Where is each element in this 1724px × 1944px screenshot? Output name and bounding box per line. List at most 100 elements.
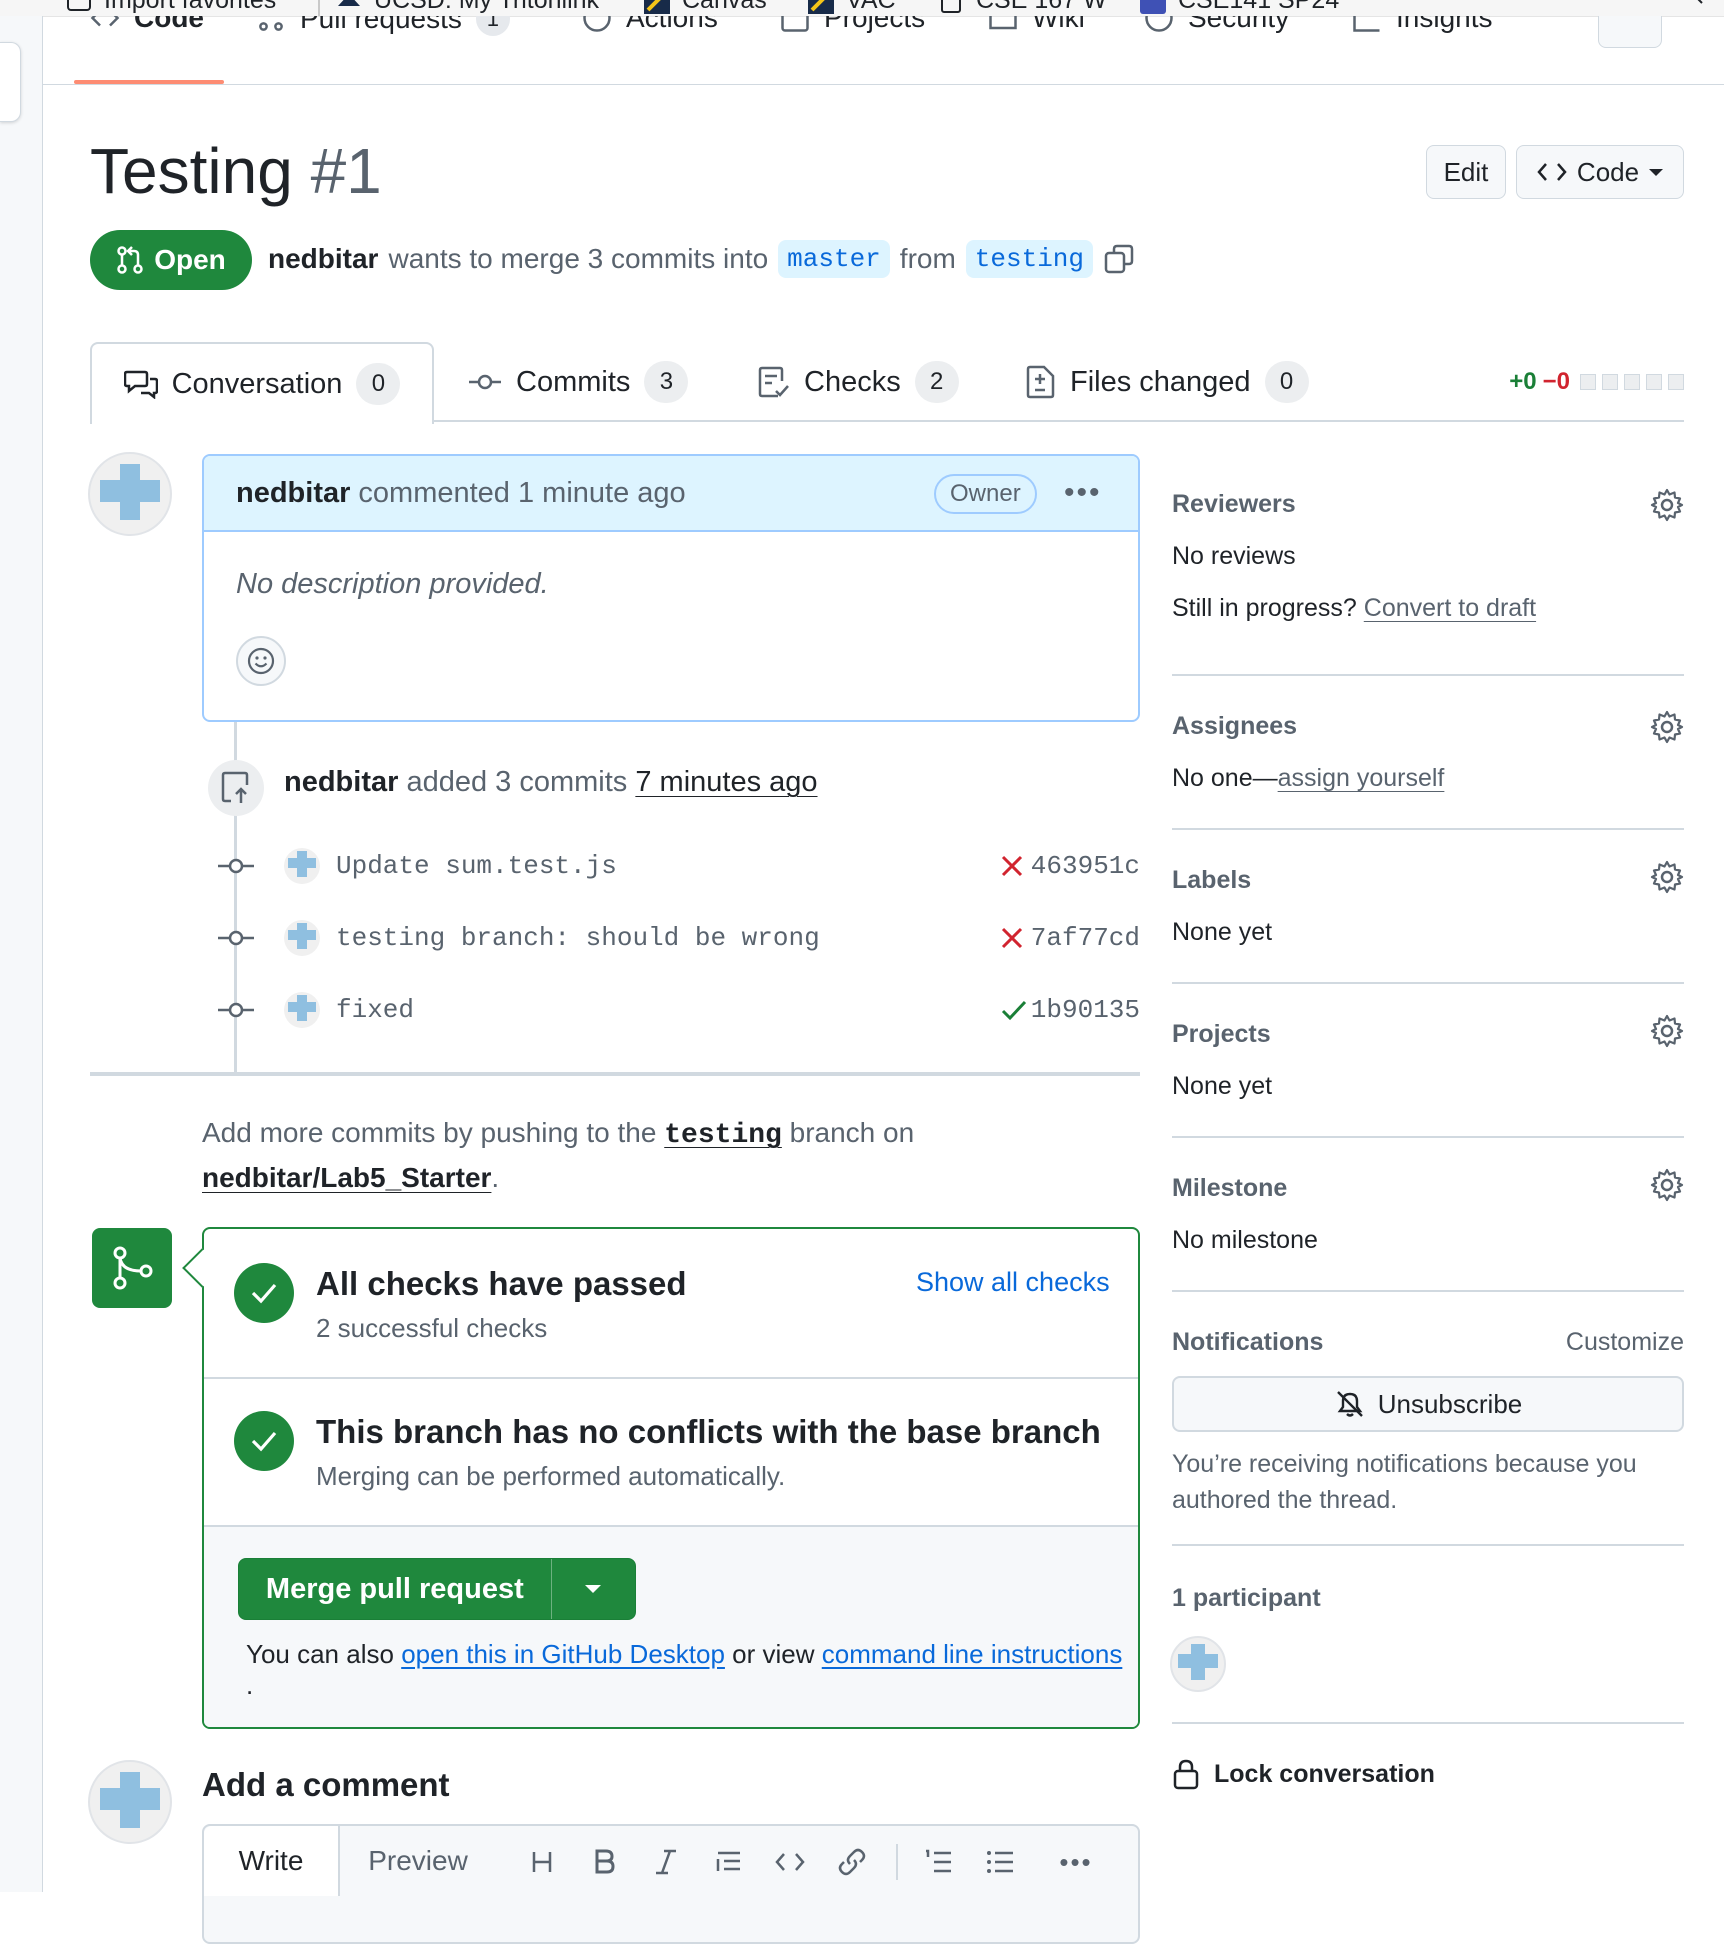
heading-icon[interactable] [522, 1842, 562, 1882]
tab-commits[interactable]: Commits 3 [468, 342, 689, 422]
merge-box-footer: Merge pull request You can also open thi… [204, 1527, 1138, 1727]
bold-icon[interactable] [584, 1842, 624, 1882]
quote-icon[interactable] [708, 1842, 748, 1882]
repo-nav-actions[interactable]: Actions [582, 16, 718, 34]
git-commit-icon [216, 990, 256, 1030]
kebab-horizontal-icon[interactable]: ••• [1064, 476, 1102, 510]
command-line-instructions-link[interactable]: command line instructions [822, 1639, 1123, 1669]
gear-icon[interactable] [1650, 1014, 1684, 1048]
avatar[interactable] [284, 848, 320, 884]
projects-heading[interactable]: Projects [1172, 1020, 1271, 1049]
copy-icon[interactable] [1103, 243, 1135, 275]
x-icon[interactable] [1000, 926, 1024, 950]
kebab-horizontal-icon[interactable]: ••• [1056, 1842, 1096, 1882]
gear-icon[interactable] [1650, 488, 1684, 522]
author-link[interactable]: nedbitar [268, 243, 378, 275]
graph-icon [1352, 16, 1382, 33]
comment-author-link[interactable]: nedbitar [236, 477, 350, 510]
commit-message-link[interactable]: testing branch: should be wrong [336, 923, 820, 953]
bookmark-cse167[interactable]: CSE 167 W [938, 0, 1107, 15]
merge-pull-request-button: Merge pull request [238, 1558, 636, 1620]
repo-nav-insights[interactable]: Insights [1352, 16, 1493, 34]
edit-button[interactable]: Edit [1426, 145, 1506, 199]
reviewers-heading[interactable]: Reviewers [1172, 490, 1296, 519]
base-branch-label[interactable]: master [778, 240, 890, 278]
x-icon[interactable] [1000, 854, 1024, 878]
merge-button-main[interactable]: Merge pull request [239, 1559, 551, 1619]
repo-nav-security[interactable]: Security [1144, 16, 1289, 34]
check-icon[interactable] [1000, 998, 1028, 1022]
assign-yourself-link[interactable]: assign yourself [1278, 764, 1445, 792]
avatar[interactable] [284, 920, 320, 956]
git-commit-icon [216, 846, 256, 886]
italic-icon[interactable] [646, 1842, 686, 1882]
merge-box-divider [204, 1377, 1138, 1379]
bookmark-vac[interactable]: VAC [808, 0, 896, 15]
tab-write[interactable]: Write [204, 1826, 340, 1896]
table-icon [780, 16, 810, 33]
show-all-checks-link[interactable]: Show all checks [916, 1267, 1110, 1298]
status-badge: Open [90, 230, 252, 290]
lock-conversation-button[interactable]: Lock conversation [1172, 1758, 1435, 1790]
comment-timestamp[interactable]: commented 1 minute ago [358, 477, 685, 510]
code-dropdown-button[interactable]: Code [1516, 145, 1684, 199]
commit-message-link[interactable]: fixed [336, 995, 414, 1025]
assignees-heading[interactable]: Assignees [1172, 712, 1297, 741]
merge-options-dropdown[interactable] [550, 1559, 635, 1619]
push-hint: Add more commits by pushing to the testi… [202, 1117, 915, 1193]
head-branch-label[interactable]: testing [965, 240, 1094, 278]
link-icon[interactable] [832, 1842, 872, 1882]
assignees-row: No one—assign yourself [1172, 764, 1445, 792]
avatar[interactable] [88, 1760, 172, 1844]
push-timestamp-link[interactable]: 7 minutes ago [635, 766, 817, 798]
gear-icon[interactable] [1650, 860, 1684, 894]
unsubscribe-button[interactable]: Unsubscribe [1172, 1376, 1684, 1432]
tab-files-changed[interactable]: Files changed 0 [1026, 342, 1309, 422]
tab-preview[interactable]: Preview [338, 1826, 498, 1896]
git-pull-request-icon [116, 245, 144, 275]
chevron-right-icon[interactable] [1690, 0, 1706, 14]
commit-sha-link[interactable]: 7af77cd [1031, 923, 1140, 953]
book-icon [988, 16, 1018, 33]
hint-repo-link[interactable]: nedbitar/Lab5_Starter [202, 1162, 491, 1193]
side-panel-tab[interactable] [0, 42, 21, 122]
repo-nav-projects[interactable]: Projects [780, 16, 925, 34]
repo-nav-pull-requests[interactable]: Pull requests 1 [256, 16, 510, 36]
labels-value: None yet [1172, 918, 1273, 946]
code-icon[interactable] [770, 1842, 810, 1882]
bookmark-tritonlink[interactable]: UCSD: My Tritonlink [336, 0, 599, 15]
gear-icon[interactable] [1650, 710, 1684, 744]
unordered-list-icon[interactable] [980, 1842, 1020, 1882]
convert-to-draft-link[interactable]: Convert to draft [1364, 594, 1536, 622]
repo-nav-code[interactable]: Code [90, 16, 204, 34]
bookmark-canvas[interactable]: Canvas [644, 0, 767, 15]
open-github-desktop-link[interactable]: open this in GitHub Desktop [401, 1639, 725, 1669]
bookmark-cse141[interactable]: CSE141 SP24 [1140, 0, 1339, 15]
gear-icon[interactable] [1650, 1168, 1684, 1202]
avatar[interactable] [1170, 1636, 1226, 1692]
check-circle-icon [234, 1263, 294, 1323]
labels-heading[interactable]: Labels [1172, 866, 1251, 895]
push-author-link[interactable]: nedbitar [284, 766, 398, 798]
diffstat: +0 −0 [1509, 368, 1684, 396]
grid-icon [1140, 0, 1166, 14]
bookmark-import-favorites[interactable]: Import favorites [66, 0, 276, 15]
hint-branch-link[interactable]: testing [664, 1120, 782, 1151]
commit-sha-link[interactable]: 463951c [1031, 851, 1140, 881]
tab-checks[interactable]: Checks 2 [758, 342, 959, 422]
commit-message-link[interactable]: Update sum.test.js [336, 851, 617, 881]
customize-notifications-link[interactable]: Customize [1566, 1328, 1684, 1357]
ordered-list-icon[interactable] [918, 1842, 958, 1882]
add-reaction-button[interactable] [236, 636, 286, 686]
milestone-heading[interactable]: Milestone [1172, 1174, 1287, 1203]
tab-conversation[interactable]: Conversation 0 [90, 342, 434, 424]
commit-sha-link[interactable]: 1b90135 [1031, 995, 1140, 1025]
page-title: Testing #1 [90, 134, 382, 208]
git-merge-icon [92, 1228, 172, 1308]
sidebar-divider [1172, 674, 1684, 676]
pr-description-comment: nedbitar commented 1 minute ago Owner ••… [202, 454, 1140, 722]
avatar[interactable] [88, 452, 172, 536]
repo-nav-more-button[interactable] [1598, 16, 1662, 48]
avatar[interactable] [284, 992, 320, 1028]
repo-nav-wiki[interactable]: Wiki [988, 16, 1085, 34]
